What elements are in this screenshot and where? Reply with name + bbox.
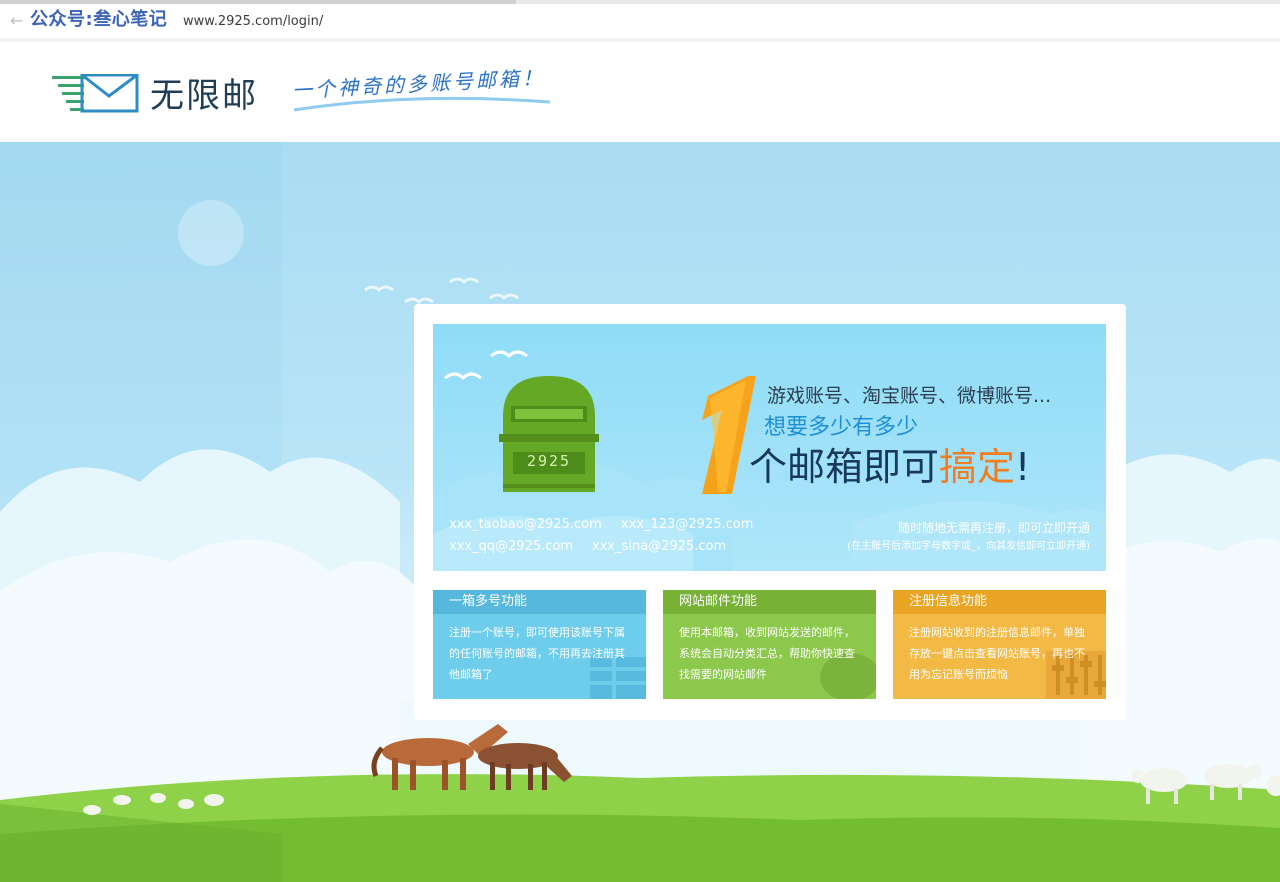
banner-note: 随时随地无需再注册，即可立即开通 — [897, 521, 1090, 535]
banner-line-2: 想要多少有多少 — [764, 415, 919, 440]
example-email: xxx_taobao@2925.com — [449, 517, 602, 532]
grass-hill — [0, 774, 1280, 882]
feature-description: 注册网站收到的注册信息邮件，单独存放一键点击查看网站账号，再也不用为忘记账号而烦… — [909, 626, 1085, 681]
banner-line-1: 游戏账号、淘宝账号、微博账号... — [767, 385, 1052, 407]
mailbox-icon — [499, 376, 599, 492]
sheep-illustration — [1131, 764, 1280, 804]
active-tab[interactable] — [0, 0, 516, 4]
back-arrow-icon[interactable]: ← — [10, 12, 23, 30]
intro-card: 2925 游戏账号、淘宝账号、微博账号... 想要多少有多少 个邮箱即可搞定! … — [414, 304, 1126, 720]
example-email: xxx_123@2925.com — [621, 517, 754, 532]
example-email: xxx_sina@2925.com — [592, 539, 727, 554]
browser-toolbar: ← www.2925.com/login/ 公众号:叁心笔记 — [0, 0, 1280, 42]
sun-circle — [178, 200, 244, 266]
address-bar-url[interactable]: www.2925.com/login/ — [183, 14, 323, 30]
banner-note-sub: (在主账号后添加字母数字或_，向其发信即可立即开通) — [847, 541, 1090, 552]
number-one-graphic — [702, 376, 756, 494]
mailbox-number: 2925 — [526, 452, 572, 470]
feature-card-website-mail[interactable]: 网站邮件功能 使用本邮箱，收到网站发送的邮件，系统会自动分类汇总，帮助你快速查找… — [663, 590, 876, 699]
logo-text[interactable]: 无限邮 — [150, 76, 258, 116]
feature-title: 一箱多号功能 — [433, 590, 646, 614]
banner-line-3-highlight: 搞定 — [939, 445, 1016, 489]
banner-line-3-suffix: ! — [1015, 445, 1031, 489]
example-email: xxx_qq@2925.com — [449, 539, 574, 554]
feature-title: 注册信息功能 — [893, 590, 1106, 614]
feature-card-registration-info[interactable]: 注册信息功能 注册网站收到的注册信息邮件，单独存放一键点击查看网站账号，再也不用… — [893, 590, 1106, 699]
feature-title: 网站邮件功能 — [663, 590, 876, 614]
site-header: 无限邮 一个神奇的多账号邮箱！ — [0, 42, 1280, 142]
watermark-text: 公众号:叁心笔记 — [30, 9, 168, 30]
small-sheep-illustration — [83, 793, 224, 815]
banner-line-3-prefix: 个邮箱即可 — [749, 445, 940, 489]
feature-list: 一箱多号功能 注册一个账号，即可使用该账号下属的任何账号的邮箱，不用再去注册其他… — [433, 590, 1106, 700]
promo-banner: 2925 游戏账号、淘宝账号、微博账号... 想要多少有多少 个邮箱即可搞定! … — [433, 324, 1106, 571]
feature-card-multi-account[interactable]: 一箱多号功能 注册一个账号，即可使用该账号下属的任何账号的邮箱，不用再去注册其他… — [433, 590, 646, 699]
horses-illustration — [371, 724, 572, 790]
slogan-swoosh — [293, 96, 551, 112]
feature-description: 使用本邮箱，收到网站发送的邮件，系统会自动分类汇总，帮助你快速查找需要的网站邮件 — [679, 626, 855, 681]
banner-line-3: 个邮箱即可搞定! — [749, 442, 1030, 492]
feature-description: 注册一个账号，即可使用该账号下属的任何账号的邮箱，不用再去注册其他邮箱了 — [449, 626, 625, 681]
